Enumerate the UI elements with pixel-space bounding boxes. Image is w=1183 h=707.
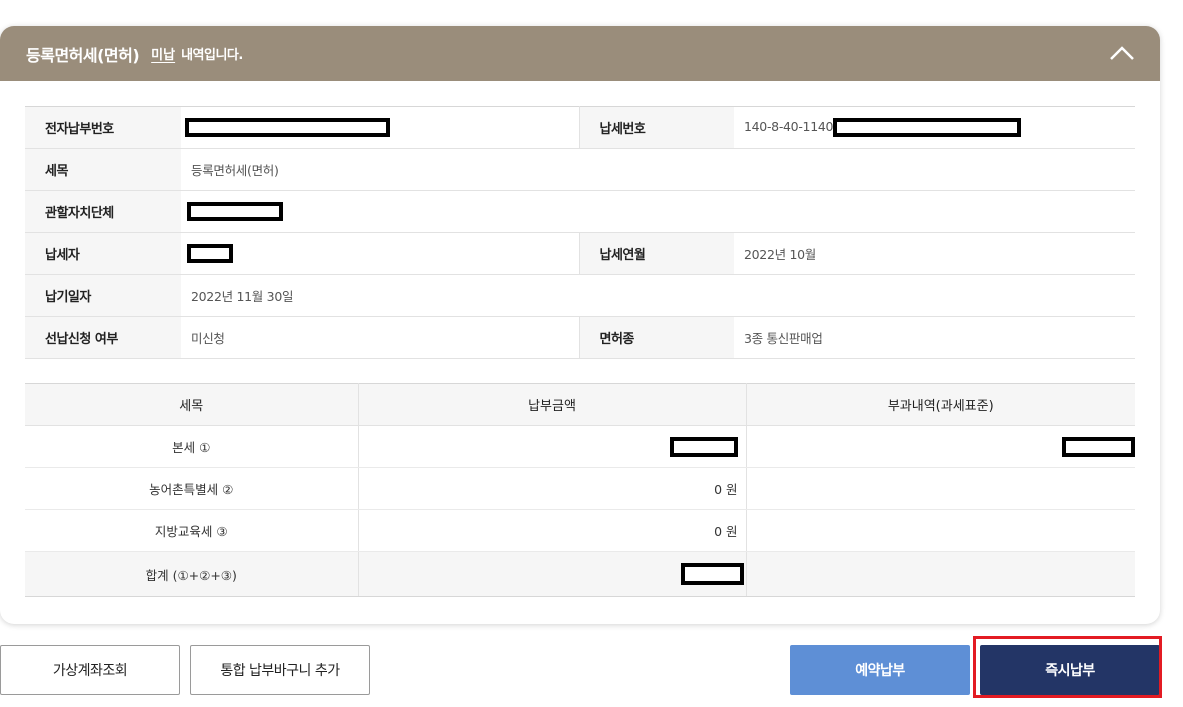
redaction-box (680, 563, 744, 585)
tax-no-text: 140-8-40-11400 (744, 119, 841, 134)
due-date-label: 납기일자 (25, 274, 181, 317)
panel-title: 등록면허세(면허) (26, 45, 140, 65)
tax-period-value: 2022년 10월 (734, 232, 1135, 275)
due-date-value: 2022년 11월 30일 (181, 274, 1135, 317)
table-total-row: 합계 (①+②+③) (25, 551, 1135, 597)
amount-table: 세목 납부금액 부과내역(과세표준) 본세 ① 농어촌특별세 ② 0 원 지방교… (25, 383, 1135, 597)
col-header-basis: 부과내역(과세표준) (745, 383, 1135, 426)
payment-status-link[interactable]: 미납 (151, 44, 175, 63)
tax-no-label: 납세번호 (578, 106, 734, 149)
pay-now-highlight (973, 636, 1162, 698)
chevron-up-icon (1110, 46, 1134, 60)
license-class-label: 면허종 (578, 316, 734, 359)
tax-item-label: 세목 (25, 148, 181, 191)
col-header-amount: 납부금액 (357, 383, 746, 426)
add-basket-button[interactable]: 통합 납부바구니 추가 (190, 645, 370, 695)
virtual-account-button[interactable]: 가상계좌조회 (0, 645, 180, 695)
collapse-button[interactable] (1106, 38, 1138, 68)
taxpayer-value (181, 232, 579, 275)
tax-period-label: 납세연월 (578, 232, 734, 275)
prepay-label: 선납신청 여부 (25, 316, 181, 359)
reserve-pay-button[interactable]: 예약납부 (790, 645, 970, 695)
col-header-item: 세목 (25, 383, 358, 426)
row-basis (745, 425, 1135, 468)
redaction-box (832, 118, 1021, 137)
row-name: 합계 (①+②+③) (25, 551, 358, 597)
row-amount: 0 원 (357, 509, 746, 552)
table-row: 관할자치단체 (25, 190, 1135, 233)
taxpayer-label: 납세자 (25, 232, 181, 275)
tax-item-value: 등록면허세(면허) (181, 148, 1135, 191)
jurisdiction-label: 관할자치단체 (25, 190, 181, 233)
panel-title-suffix: 내역입니다. (181, 48, 243, 63)
table-row: 선납신청 여부 미신청 면허종 3종 통신판매업 (25, 316, 1135, 359)
tax-info-table: 전자납부번호 납세번호 140-8-40-11400 세목 등록면허세(면허) … (25, 106, 1135, 359)
row-basis (745, 551, 1135, 597)
row-amount: 0 원 (357, 467, 746, 510)
row-name: 지방교육세 ③ (25, 509, 358, 552)
table-row: 농어촌특별세 ② 0 원 (25, 467, 1135, 510)
tax-no-value: 140-8-40-11400 (734, 106, 1135, 149)
tax-detail-panel: 등록면허세(면허) 미납 내역입니다. 전자납부번호 납세번호 140-8-40… (0, 26, 1160, 624)
table-header-row: 세목 납부금액 부과내역(과세표준) (25, 383, 1135, 426)
license-class-value: 3종 통신판매업 (734, 316, 1135, 359)
row-basis (745, 467, 1135, 510)
electronic-payment-no-label: 전자납부번호 (25, 106, 181, 149)
redaction-box (1062, 436, 1135, 457)
row-amount (357, 425, 746, 468)
redaction-box (187, 244, 233, 263)
table-row: 지방교육세 ③ 0 원 (25, 509, 1135, 552)
table-row: 납기일자 2022년 11월 30일 (25, 274, 1135, 317)
jurisdiction-value (181, 190, 1135, 233)
redaction-box (185, 118, 390, 137)
row-name: 농어촌특별세 ② (25, 467, 358, 510)
prepay-value: 미신청 (181, 316, 579, 359)
table-row: 납세자 납세연월 2022년 10월 (25, 232, 1135, 275)
table-row: 세목 등록면허세(면허) (25, 148, 1135, 191)
redaction-box (669, 436, 738, 457)
table-row: 전자납부번호 납세번호 140-8-40-11400 (25, 106, 1135, 149)
row-basis (745, 509, 1135, 552)
panel-header: 등록면허세(면허) 미납 내역입니다. (0, 26, 1160, 81)
row-name: 본세 ① (25, 425, 358, 468)
redaction-box (187, 202, 283, 221)
table-row: 본세 ① (25, 425, 1135, 468)
row-amount (357, 551, 746, 597)
electronic-payment-no-value (181, 106, 579, 149)
